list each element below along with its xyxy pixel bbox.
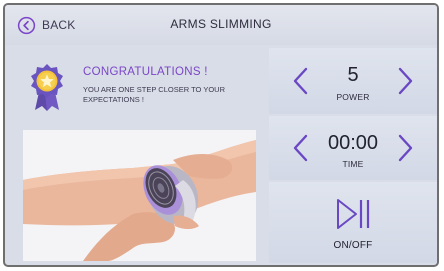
congratulations-banner: CONGRATULATIONS ! YOU ARE ONE STEP CLOSE…	[19, 48, 264, 118]
device-screen: BACK ARMS SLIMMING CONGRATULATIONS ! YOU…	[3, 3, 439, 267]
congratulations-title: CONGRATULATIONS !	[83, 66, 208, 78]
power-increase-button[interactable]	[395, 66, 415, 96]
header-bar: BACK ARMS SLIMMING	[5, 5, 437, 45]
play-pause-icon	[337, 199, 370, 229]
left-panel: CONGRATULATIONS ! YOU ARE ONE STEP CLOSE…	[19, 48, 264, 261]
medal-star-icon	[31, 64, 63, 111]
power-control: 5 POWER	[269, 48, 437, 114]
on-off-button[interactable]: ON/OFF	[269, 182, 437, 263]
congratulations-message: YOU ARE ONE STEP CLOSER TO YOUR EXPECTAT…	[83, 85, 225, 104]
page-title: ARMS SLIMMING	[170, 17, 272, 31]
time-increase-button[interactable]	[395, 133, 415, 163]
treatment-image	[23, 130, 256, 261]
on-off-label: ON/OFF	[333, 240, 373, 251]
time-control: 00:00 TIME	[269, 116, 437, 180]
